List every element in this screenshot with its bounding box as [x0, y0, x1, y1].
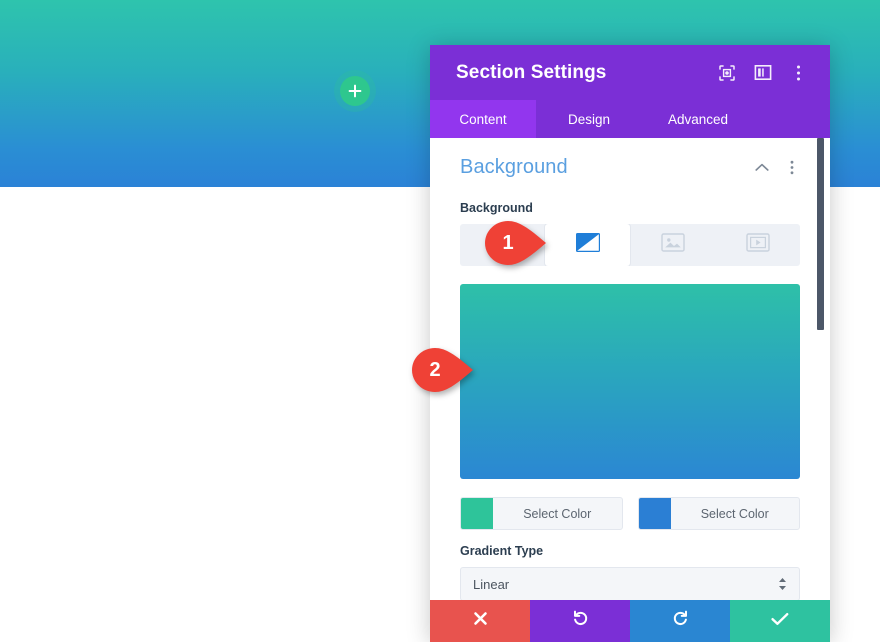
- redo-button[interactable]: [630, 600, 730, 642]
- focus-target-icon[interactable]: [717, 63, 736, 82]
- cancel-button[interactable]: [430, 600, 530, 642]
- color-swatch-icon: [490, 233, 515, 257]
- panel-action-bar: [430, 600, 830, 642]
- panel-content: Background Background Select Color Selec…: [430, 138, 830, 600]
- video-icon: [745, 233, 770, 257]
- gradient-color-2-swatch[interactable]: [638, 498, 671, 529]
- background-field-label: Background: [460, 201, 533, 215]
- image-icon: [660, 233, 685, 257]
- gradient-color-1-swatch[interactable]: [461, 498, 493, 529]
- gradient-color-1-label: Select Color: [523, 506, 592, 521]
- select-updown-icon: [778, 577, 799, 591]
- undo-button[interactable]: [530, 600, 630, 642]
- background-section-header-icons: [754, 160, 800, 176]
- undo-icon: [572, 610, 589, 632]
- panel-header: Section Settings: [430, 45, 830, 100]
- gradient-icon: [575, 232, 601, 258]
- panel-scrollbar-track[interactable]: [816, 138, 827, 600]
- background-video-tab[interactable]: [715, 224, 800, 266]
- gradient-color-row: Select Color Select Color: [460, 497, 800, 530]
- panel-scrollbar-thumb[interactable]: [817, 138, 824, 330]
- tab-content[interactable]: Content: [430, 100, 536, 138]
- check-icon: [771, 612, 789, 631]
- close-icon: [473, 611, 488, 631]
- gradient-color-2-picker[interactable]: Select Color: [637, 497, 800, 530]
- gradient-preview[interactable]: [460, 284, 800, 479]
- gradient-type-value: Linear: [473, 576, 510, 592]
- background-section-header: Background: [460, 138, 800, 187]
- gradient-type-label: Gradient Type: [460, 544, 544, 558]
- background-gradient-tab[interactable]: [545, 224, 630, 266]
- panel-header-icons: [717, 63, 808, 82]
- add-section-button[interactable]: [340, 76, 370, 106]
- chevron-up-icon[interactable]: [754, 160, 770, 176]
- page-title: Section Settings: [456, 61, 607, 83]
- more-vertical-icon[interactable]: [789, 63, 808, 82]
- save-button[interactable]: [730, 600, 830, 642]
- plus-icon: [348, 84, 362, 98]
- background-type-selector: [460, 224, 800, 266]
- panel-tab-bar: Content Design Advanced: [430, 100, 830, 138]
- gradient-type-select[interactable]: Linear: [460, 567, 800, 600]
- gradient-color-1-picker[interactable]: Select Color: [460, 497, 623, 530]
- section-settings-panel: Section Settings Content Design Advanced…: [430, 45, 830, 642]
- background-section-title: Background: [460, 156, 568, 178]
- more-vertical-icon[interactable]: [784, 160, 800, 176]
- background-image-tab[interactable]: [630, 224, 715, 266]
- tab-design[interactable]: Design: [536, 100, 642, 138]
- panel-scroll-area: Background Background Select Color Selec…: [430, 138, 830, 600]
- background-color-tab[interactable]: [460, 224, 545, 266]
- tab-advanced[interactable]: Advanced: [642, 100, 754, 138]
- gradient-color-2-label: Select Color: [700, 506, 769, 521]
- layout-columns-icon[interactable]: [753, 63, 772, 82]
- redo-icon: [672, 610, 689, 632]
- screenshot-root: Section Settings Content Design Advanced…: [0, 0, 880, 642]
